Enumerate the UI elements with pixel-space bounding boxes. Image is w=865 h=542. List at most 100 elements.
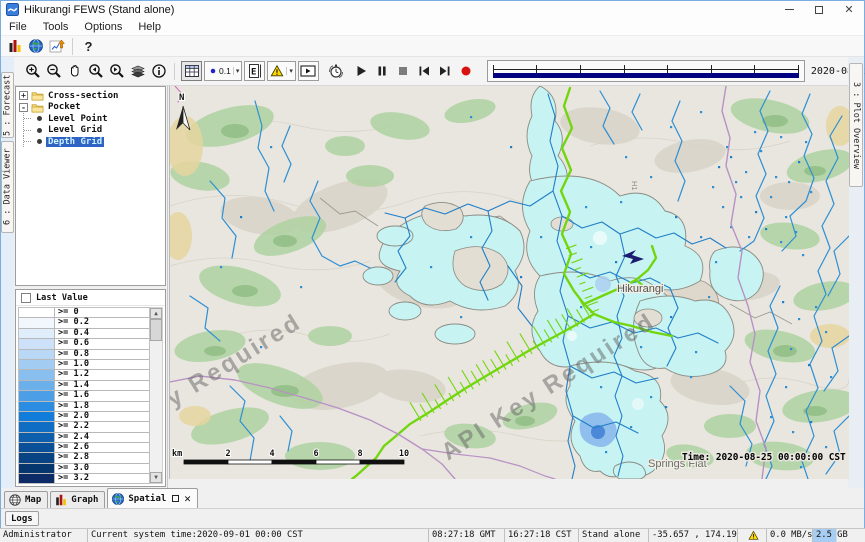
collapse-icon[interactable]: -	[19, 103, 28, 112]
layers-icon	[130, 63, 146, 79]
minimize-button[interactable]	[774, 1, 804, 18]
tab-plot-overview[interactable]: 3 : Plot Overview	[849, 63, 863, 187]
status-local-time: 16:27:18 CST	[504, 529, 578, 542]
legend-row: >= 3.2	[19, 474, 149, 484]
timeseries-button[interactable]	[46, 36, 67, 56]
legend-scrollbar[interactable]: ▲ ▼	[150, 307, 163, 484]
forecasts-button[interactable]	[4, 36, 25, 56]
layer-tree[interactable]: + Cross-section - Pocket Level Point Lev…	[15, 86, 166, 286]
map-display-button[interactable]	[25, 36, 46, 56]
tree-item-level-grid[interactable]: Level Grid	[19, 125, 165, 137]
animation-settings-button[interactable]	[326, 61, 347, 81]
status-system-time: Current system time:2020-09-01 00:00 CST	[87, 529, 428, 542]
map-canvas[interactable]: H1 Hikurangi Springs Flat API Key Requir…	[169, 86, 848, 479]
help-button[interactable]: ?	[78, 36, 99, 56]
tree-item-pocket[interactable]: - Pocket	[19, 102, 165, 114]
tree-item-cross-section[interactable]: + Cross-section	[19, 90, 165, 102]
menu-bar: File Tools Options Help	[1, 18, 864, 36]
tree-item-label-selected[interactable]: Depth Grid	[46, 137, 104, 147]
blue-dot-icon	[207, 65, 219, 77]
movie-player-icon	[300, 63, 316, 79]
legend-label: >= 1.6	[55, 391, 92, 400]
play-button[interactable]	[351, 61, 372, 81]
tree-item-level-point[interactable]: Level Point	[19, 113, 165, 125]
logs-button[interactable]: Logs	[5, 511, 39, 526]
stop-button[interactable]	[393, 61, 414, 81]
warning-triangle-icon	[748, 530, 759, 541]
expand-icon[interactable]: +	[19, 91, 28, 100]
animation-button[interactable]	[298, 61, 319, 81]
time-slider[interactable]	[487, 60, 805, 82]
tree-item-label[interactable]: Cross-section	[46, 91, 120, 101]
tab-graph[interactable]: Graph	[50, 491, 105, 508]
tab-spatial-label: Spatial	[128, 494, 166, 504]
menu-file[interactable]: File	[1, 20, 35, 34]
legend-label: >= 3.2	[55, 474, 92, 483]
thresholds-dropdown[interactable]: ▾	[267, 61, 296, 81]
class-break-dropdown[interactable]: 0.1▾	[204, 61, 242, 81]
legend-label: >= 0.2	[55, 318, 92, 327]
tree-item-label[interactable]: Level Point	[46, 114, 110, 124]
app-window: Hikurangi FEWS (Stand alone) ✕ File Tool…	[0, 0, 865, 542]
bar-chart-icon	[7, 38, 23, 54]
scrollbar-thumb[interactable]	[150, 319, 162, 341]
zoom-in-icon	[25, 63, 41, 79]
tab-data-viewer[interactable]: 6 : Data Viewer	[1, 141, 14, 233]
close-tab-icon[interactable]: ✕	[184, 492, 191, 505]
tab-spatial[interactable]: Spatial ✕	[107, 488, 198, 508]
tree-item-depth-grid[interactable]: Depth Grid	[19, 136, 165, 148]
scale-tick-label: 10	[399, 449, 409, 459]
north-label: N	[179, 93, 184, 103]
menu-options[interactable]: Options	[76, 20, 130, 34]
tree-item-label[interactable]: Level Grid	[46, 125, 104, 135]
title-bar[interactable]: Hikurangi FEWS (Stand alone) ✕	[1, 1, 864, 18]
grid-display-button[interactable]	[181, 61, 202, 81]
scale-button[interactable]	[244, 61, 265, 81]
legend-label: >= 0	[55, 308, 82, 317]
play-icon	[353, 63, 369, 79]
record-button[interactable]	[456, 61, 477, 81]
zoom-next-button[interactable]	[106, 61, 127, 81]
maximize-button[interactable]	[804, 1, 834, 18]
scroll-up-icon[interactable]: ▲	[150, 308, 162, 319]
pause-button[interactable]	[372, 61, 393, 81]
toolbar-separator	[174, 63, 175, 80]
chart-arrow-icon	[49, 38, 65, 54]
zoom-out-button[interactable]	[43, 61, 64, 81]
last-value-checkbox[interactable]	[21, 293, 31, 303]
menu-help[interactable]: Help	[130, 20, 169, 34]
pan-button[interactable]	[64, 61, 85, 81]
step-forward-button[interactable]	[435, 61, 456, 81]
last-value-label: Last Value	[36, 293, 88, 303]
float-window-icon[interactable]	[172, 495, 179, 502]
main-toolbar: ?	[1, 36, 864, 57]
zoom-previous-button[interactable]	[85, 61, 106, 81]
legend-swatch	[19, 433, 55, 442]
layers-button[interactable]	[127, 61, 148, 81]
app-logo-icon	[6, 3, 19, 16]
wireframe-globe-icon	[8, 493, 22, 507]
scroll-down-icon[interactable]: ▼	[150, 472, 162, 483]
info-button[interactable]	[148, 61, 169, 81]
scale-tick-label: 8	[357, 449, 362, 459]
status-gmt-time: 08:27:18 GMT	[428, 529, 504, 542]
tab-forecast[interactable]: 5 : Forecast	[1, 72, 14, 138]
pan-hand-icon	[67, 63, 83, 79]
zoom-in-button[interactable]	[22, 61, 43, 81]
legend-label: >= 2.0	[55, 412, 92, 421]
legend-swatch	[19, 339, 55, 348]
status-warning-cell[interactable]	[737, 529, 766, 542]
step-back-button[interactable]	[414, 61, 435, 81]
menu-tools[interactable]: Tools	[35, 20, 77, 34]
tree-item-label[interactable]: Pocket	[46, 102, 83, 112]
bottom-tab-bar: Map Graph Spatial ✕	[1, 488, 864, 509]
legend-panel: Last Value >= 0 >= 0.2 >= 0.4 >= 0.6 >= …	[15, 289, 166, 487]
tab-graph-label: Graph	[71, 495, 98, 505]
road-label: H1	[630, 181, 639, 191]
tab-map[interactable]: Map	[4, 491, 48, 508]
warning-triangle-icon	[270, 64, 284, 78]
close-button[interactable]: ✕	[834, 1, 864, 18]
chevron-down-icon: ▾	[286, 67, 293, 75]
folder-icon	[31, 102, 44, 113]
legend-label: >= 1.8	[55, 402, 92, 411]
